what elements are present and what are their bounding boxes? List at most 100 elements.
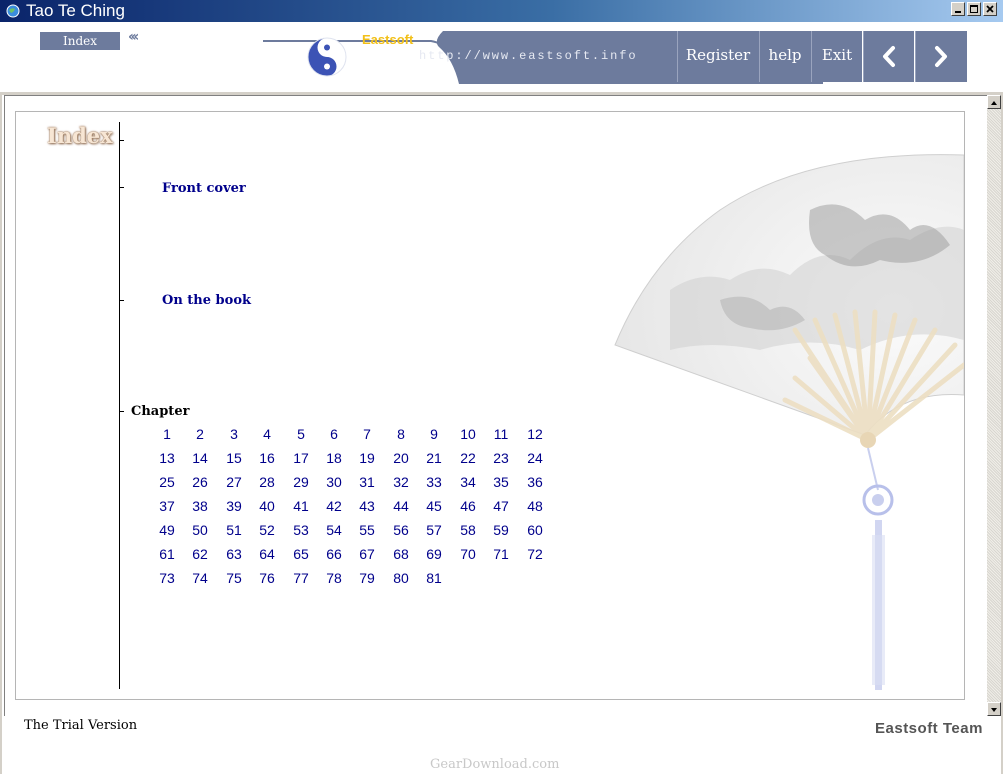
chapter-link[interactable]: 65 [284,544,318,564]
chapter-link[interactable]: 53 [284,520,318,540]
minimize-icon [955,11,961,13]
chapter-link[interactable]: 17 [284,448,318,468]
vertical-scrollbar[interactable] [987,95,1001,716]
chapter-link[interactable]: 25 [150,472,184,492]
chapter-link[interactable]: 60 [518,520,552,540]
minimize-button[interactable] [951,2,965,16]
chapter-link[interactable]: 11 [484,424,518,444]
chapter-link[interactable]: 33 [417,472,451,492]
chapter-link[interactable]: 12 [518,424,552,444]
chapter-link[interactable]: 68 [384,544,418,564]
index-tab[interactable]: Index [40,32,120,50]
chapter-link[interactable]: 4 [250,424,284,444]
chapter-link[interactable]: 14 [183,448,217,468]
chapter-link[interactable]: 67 [350,544,384,564]
chapter-link[interactable]: 78 [317,568,351,588]
chapter-link[interactable]: 48 [518,496,552,516]
chapter-link[interactable]: 41 [284,496,318,516]
chapter-link[interactable]: 45 [417,496,451,516]
maximize-button[interactable] [967,2,981,16]
chapter-link[interactable]: 80 [384,568,418,588]
chapter-link[interactable]: 42 [317,496,351,516]
chapter-link[interactable]: 24 [518,448,552,468]
chapter-link[interactable]: 35 [484,472,518,492]
scroll-down-button[interactable] [987,702,1001,716]
chapter-link[interactable]: 13 [150,448,184,468]
chapter-link[interactable]: 75 [217,568,251,588]
register-button[interactable]: Register [677,31,758,82]
chapter-link[interactable]: 59 [484,520,518,540]
chapter-link[interactable]: 37 [150,496,184,516]
chapter-link[interactable]: 29 [284,472,318,492]
chapter-link[interactable]: 22 [451,448,485,468]
chapter-link[interactable]: 56 [384,520,418,540]
chapter-link[interactable]: 31 [350,472,384,492]
chapter-link[interactable]: 27 [217,472,251,492]
chapter-link[interactable]: 39 [217,496,251,516]
chapter-link[interactable]: 74 [183,568,217,588]
chapter-link[interactable]: 7 [350,424,384,444]
chapter-link[interactable]: 51 [217,520,251,540]
chapter-link[interactable]: 46 [451,496,485,516]
exit-button[interactable]: Exit [811,31,862,82]
trial-version-label: The Trial Version [24,718,138,733]
chapter-link[interactable]: 40 [250,496,284,516]
chapter-link[interactable]: 6 [317,424,351,444]
chapter-link[interactable]: 5 [284,424,318,444]
chapter-link[interactable]: 71 [484,544,518,564]
chapter-link[interactable]: 8 [384,424,418,444]
chapter-link[interactable]: 58 [451,520,485,540]
chapter-link[interactable]: 76 [250,568,284,588]
chapter-link[interactable]: 63 [217,544,251,564]
chapter-link[interactable]: 30 [317,472,351,492]
chapter-link[interactable]: 57 [417,520,451,540]
chapter-link[interactable]: 16 [250,448,284,468]
chapter-link[interactable]: 1 [150,424,184,444]
app-globe-icon [6,4,20,18]
close-button[interactable] [983,2,997,16]
chapter-link[interactable]: 73 [150,568,184,588]
chapter-link[interactable]: 64 [250,544,284,564]
front-cover-link[interactable]: Front cover [162,181,246,196]
chapter-link[interactable]: 69 [417,544,451,564]
chapter-link[interactable]: 72 [518,544,552,564]
scroll-up-button[interactable] [987,95,1001,109]
chapter-link[interactable]: 61 [150,544,184,564]
chapter-link[interactable]: 81 [417,568,451,588]
chapter-link[interactable]: 19 [350,448,384,468]
chapter-link[interactable]: 70 [451,544,485,564]
chapter-link[interactable]: 47 [484,496,518,516]
chapter-link[interactable]: 49 [150,520,184,540]
scroll-track[interactable] [987,109,1001,702]
chapter-link[interactable]: 34 [451,472,485,492]
chapter-link[interactable]: 9 [417,424,451,444]
chapter-link[interactable]: 62 [183,544,217,564]
fan-illustration [614,154,964,690]
chapter-link[interactable]: 52 [250,520,284,540]
chapter-link[interactable]: 38 [183,496,217,516]
previous-page-button[interactable] [863,31,914,82]
chapter-link[interactable]: 55 [350,520,384,540]
chapter-link[interactable]: 20 [384,448,418,468]
chapter-link[interactable]: 36 [518,472,552,492]
chapter-link[interactable]: 32 [384,472,418,492]
chapter-link[interactable]: 54 [317,520,351,540]
next-page-button[interactable] [915,31,967,82]
chapter-link[interactable]: 3 [217,424,251,444]
chapter-link[interactable]: 28 [250,472,284,492]
help-button[interactable]: help [759,31,810,82]
chapter-link[interactable]: 77 [284,568,318,588]
chapter-link[interactable]: 10 [451,424,485,444]
chapter-link[interactable]: 44 [384,496,418,516]
chapter-link[interactable]: 50 [183,520,217,540]
chapter-link[interactable]: 66 [317,544,351,564]
chapter-link[interactable]: 2 [183,424,217,444]
chapter-link[interactable]: 23 [484,448,518,468]
chapter-link[interactable]: 26 [183,472,217,492]
chapter-link[interactable]: 18 [317,448,351,468]
on-the-book-link[interactable]: On the book [162,293,251,308]
chapter-link[interactable]: 21 [417,448,451,468]
chapter-link[interactable]: 15 [217,448,251,468]
chapter-link[interactable]: 43 [350,496,384,516]
chapter-link[interactable]: 79 [350,568,384,588]
